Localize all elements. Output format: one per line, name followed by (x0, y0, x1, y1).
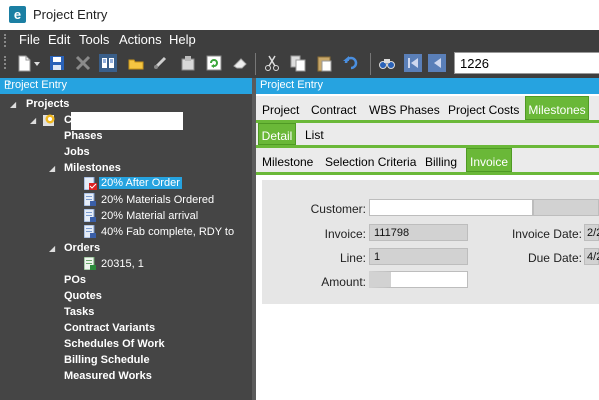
milestone-doc-check-icon (83, 176, 97, 191)
window-title: Project Entry (33, 7, 108, 22)
tab-list[interactable]: List (305, 128, 324, 142)
new-document-icon[interactable] (15, 54, 33, 72)
left-panel-header: Project Entry ⊥ (0, 78, 252, 94)
invoice-date-field[interactable]: 2/2 (584, 224, 599, 241)
tree-node-milestone-selected[interactable]: 20% After Order (99, 177, 182, 189)
tree-node-contract-variants[interactable]: Contract Variants (64, 322, 155, 334)
tree-node-milestone[interactable]: 20% Materials Ordered (101, 194, 214, 206)
tree-node-jobs[interactable]: Jobs (64, 146, 90, 158)
customer-name-field[interactable] (533, 199, 599, 216)
due-date-label: Due Date: (527, 251, 582, 265)
sub-tab-strip: Milestone Selection Criteria Billing Inv… (256, 148, 599, 172)
attach-icon[interactable] (179, 54, 197, 72)
main-tab-strip: Project Contract WBS Phases Project Cost… (256, 96, 599, 120)
order-doc-icon (83, 256, 97, 271)
view-tab-strip: Detail List (256, 123, 599, 145)
undo-icon[interactable] (341, 54, 359, 72)
tree-node-quotes[interactable]: Quotes (64, 290, 102, 302)
toolbar-separator (370, 53, 371, 75)
tree-node-milestone[interactable]: 40% Fab complete, RDY to (101, 226, 234, 238)
link-icon[interactable] (152, 54, 170, 72)
book-icon[interactable] (99, 54, 117, 72)
tree-node-measured-works[interactable]: Measured Works (64, 370, 152, 382)
milestone-doc-icon (83, 208, 97, 223)
expand-arrow-icon[interactable]: ◢ (49, 244, 55, 253)
right-panel-title: Project Entry (260, 79, 323, 91)
tab-invoice[interactable]: Invoice (466, 148, 512, 172)
pin-icon[interactable]: ⊥ (4, 79, 14, 92)
milestone-doc-icon (83, 192, 97, 207)
app-logo-icon: e (9, 6, 26, 23)
folder-icon[interactable] (127, 54, 145, 72)
dropdown-arrow-icon[interactable] (33, 54, 41, 72)
paste-icon[interactable] (315, 54, 333, 72)
previous-record-icon[interactable] (428, 54, 446, 72)
expand-arrow-icon[interactable]: ◢ (10, 100, 16, 109)
tab-project-costs[interactable]: Project Costs (448, 103, 519, 117)
right-panel-header: Project Entry (256, 78, 599, 94)
expand-arrow-icon[interactable]: ◢ (30, 116, 36, 125)
customer-label: Customer: (310, 202, 366, 216)
line-label: Line: (339, 251, 366, 265)
tree-node-projects[interactable]: Projects (26, 98, 69, 110)
menu-help[interactable]: Help (169, 32, 196, 47)
active-tab-underline (256, 172, 599, 175)
delete-icon[interactable] (74, 54, 92, 72)
tab-billing[interactable]: Billing (425, 155, 457, 169)
menu-bar: File Edit Tools Actions Help (0, 30, 599, 50)
tree-node-tasks[interactable]: Tasks (64, 306, 94, 318)
tree-node-order[interactable]: 20315, 1 (101, 258, 144, 270)
toolbar-separator (255, 53, 256, 75)
menu-grip-handle[interactable] (4, 34, 9, 47)
tree-node-schedules-of-work[interactable]: Schedules Of Work (64, 338, 165, 350)
milestone-doc-icon (83, 224, 97, 239)
save-icon[interactable] (48, 54, 66, 72)
copy-icon[interactable] (289, 54, 307, 72)
redacted-project-name (71, 112, 183, 130)
tree-node-milestone[interactable]: 20% Material arrival (101, 210, 198, 222)
project-icon (43, 113, 56, 126)
menu-edit[interactable]: Edit (48, 32, 70, 47)
tree-node-billing-schedule[interactable]: Billing Schedule (64, 354, 150, 366)
invoice-label: Invoice: (324, 227, 366, 241)
first-record-icon[interactable] (404, 54, 422, 72)
invoice-field[interactable]: 111798 (369, 224, 468, 241)
tab-milestones[interactable]: Milestones (525, 96, 589, 120)
invoice-date-label: Invoice Date: (511, 227, 582, 241)
find-icon[interactable] (378, 54, 396, 72)
amount-field[interactable] (369, 271, 468, 288)
tab-detail[interactable]: Detail (258, 123, 296, 145)
menu-file[interactable]: File (19, 32, 40, 47)
due-date-field[interactable]: 4/2 (584, 248, 599, 265)
tree-node-phases[interactable]: Phases (64, 130, 103, 142)
tab-wbs-phases[interactable]: WBS Phases (369, 103, 440, 117)
cut-icon[interactable] (263, 54, 281, 72)
tree-node-pos[interactable]: POs (64, 274, 86, 286)
tree-node-orders[interactable]: Orders (64, 242, 100, 254)
tab-contract[interactable]: Contract (311, 103, 356, 117)
tree-node-milestones[interactable]: Milestones (64, 162, 121, 174)
expand-arrow-icon[interactable]: ◢ (49, 164, 55, 173)
tab-selection-criteria[interactable]: Selection Criteria (325, 155, 416, 169)
menu-tools[interactable]: Tools (79, 32, 109, 47)
toolbar-grip-handle[interactable] (4, 56, 9, 69)
title-bar: e Project Entry (0, 0, 599, 30)
project-tree: ◢ Projects ◢ C Phases Jobs ◢ Milestones … (0, 94, 252, 400)
line-field[interactable]: 1 (369, 248, 468, 265)
tab-milestone[interactable]: Milestone (262, 155, 313, 169)
record-number-field[interactable]: 1226 (454, 52, 599, 74)
customer-field[interactable] (369, 199, 533, 216)
menu-actions[interactable]: Actions (119, 32, 162, 47)
tab-project[interactable]: Project (262, 103, 299, 117)
eraser-icon[interactable] (231, 54, 249, 72)
refresh-icon[interactable] (205, 54, 223, 72)
toolbar: 1226 (0, 50, 599, 78)
amount-label: Amount: (321, 275, 366, 289)
